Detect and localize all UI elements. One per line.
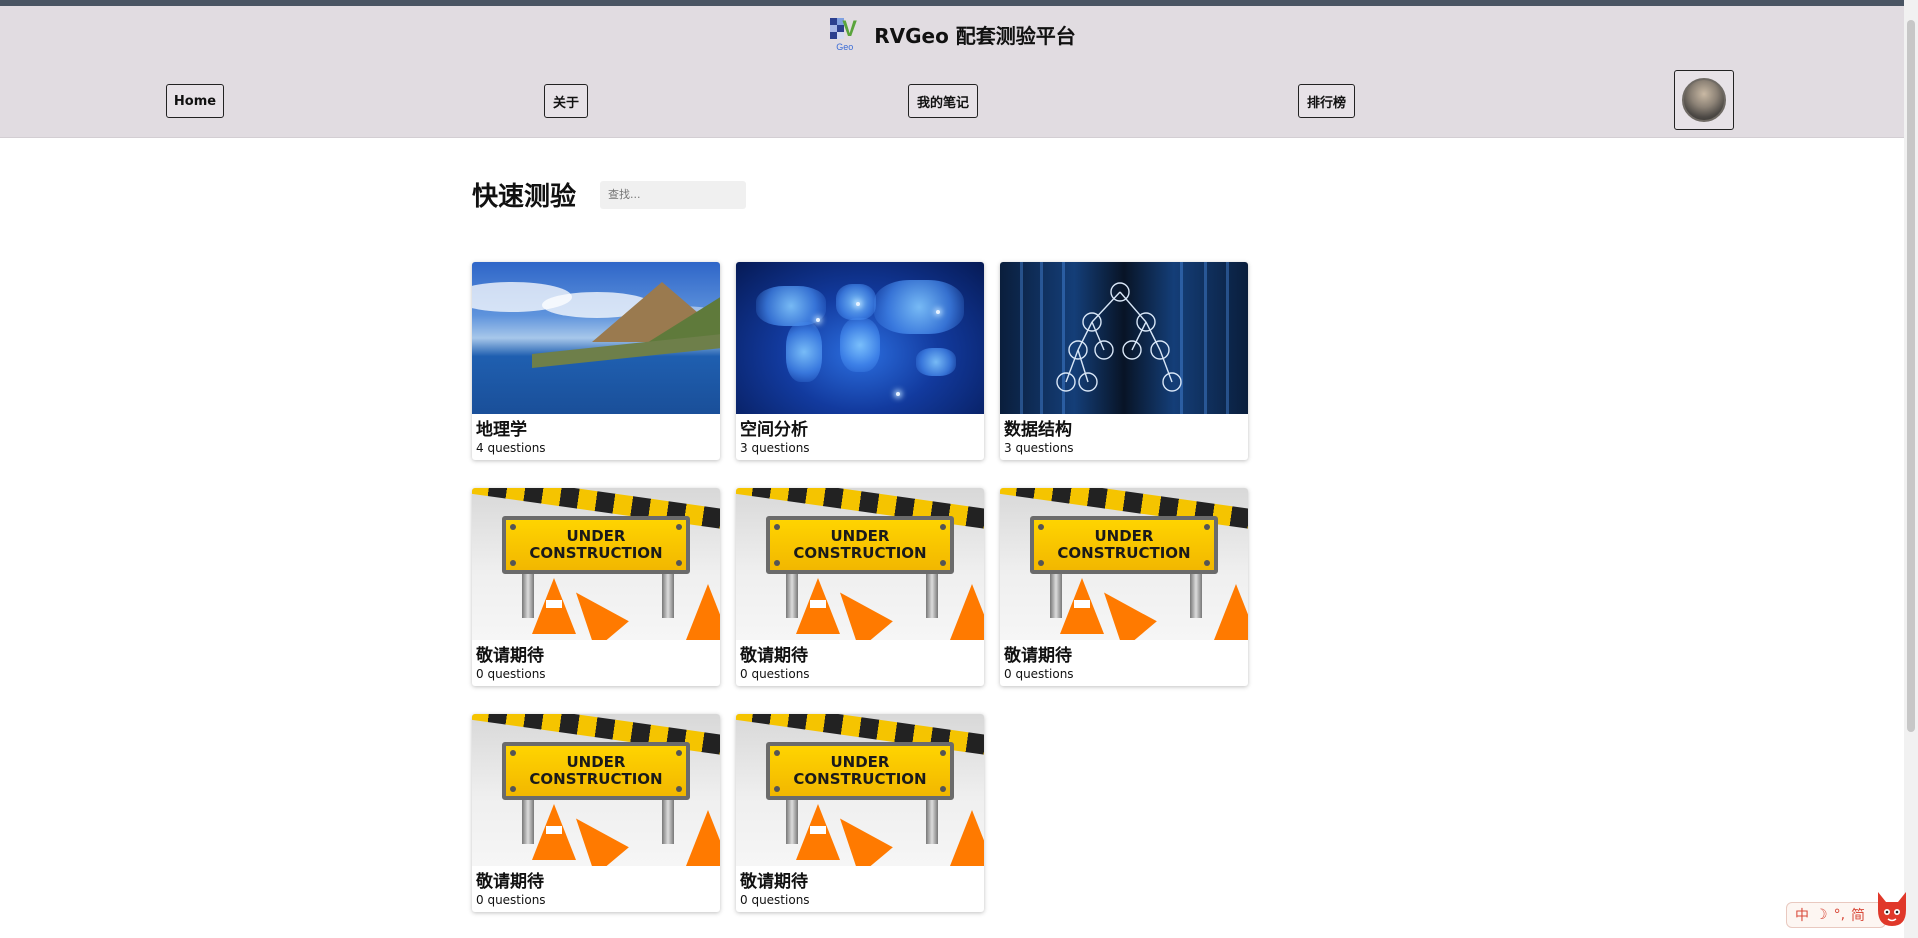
card-title: 空间分析 bbox=[740, 420, 808, 440]
ime-status-bar[interactable]: 中 ☽ °, 简 bbox=[1786, 902, 1886, 928]
title-row: 快速测验 bbox=[472, 176, 747, 213]
scrollbar-thumb[interactable] bbox=[1907, 20, 1915, 732]
quiz-card-data-structures[interactable]: 数据结构 3 questions bbox=[1000, 262, 1248, 460]
page-scrollbar[interactable] bbox=[1904, 0, 1918, 938]
under-construction-image: UNDER CONSTRUCTION bbox=[472, 488, 720, 640]
under-construction-sign: UNDER CONSTRUCTION bbox=[502, 742, 690, 800]
quiz-card-coming-soon[interactable]: UNDER CONSTRUCTION 敬请期待 0 questions bbox=[472, 714, 720, 912]
sign-line-1: UNDER bbox=[566, 527, 626, 545]
card-title: 敬请期待 bbox=[476, 646, 544, 666]
under-construction-sign: UNDER CONSTRUCTION bbox=[502, 516, 690, 574]
site-logo[interactable]: V Geo bbox=[828, 16, 864, 52]
fox-mascot-icon[interactable] bbox=[1872, 886, 1912, 930]
card-title: 敬请期待 bbox=[740, 646, 808, 666]
site-header: V Geo RVGeo 配套测验平台 bbox=[0, 6, 1904, 62]
card-title: 敬请期待 bbox=[740, 872, 808, 892]
card-question-count: 0 questions bbox=[1004, 667, 1074, 681]
card-title: 敬请期待 bbox=[476, 872, 544, 892]
under-construction-sign: UNDER CONSTRUCTION bbox=[766, 742, 954, 800]
sign-line-2: CONSTRUCTION bbox=[793, 770, 927, 788]
quiz-card-spatial-analysis[interactable]: 空间分析 3 questions bbox=[736, 262, 984, 460]
under-construction-sign: UNDER CONSTRUCTION bbox=[766, 516, 954, 574]
quiz-card-geography[interactable]: 地理学 4 questions bbox=[472, 262, 720, 460]
quiz-card-coming-soon[interactable]: UNDER CONSTRUCTION 敬请期待 0 questions bbox=[1000, 488, 1248, 686]
card-question-count: 0 questions bbox=[740, 893, 810, 907]
card-question-count: 0 questions bbox=[476, 667, 546, 681]
card-title: 地理学 bbox=[476, 420, 527, 440]
moon-icon: ☽ bbox=[1815, 907, 1828, 923]
quiz-card-coming-soon[interactable]: UNDER CONSTRUCTION 敬请期待 0 questions bbox=[736, 714, 984, 912]
sign-line-2: CONSTRUCTION bbox=[1057, 544, 1191, 562]
sign-line-2: CONSTRUCTION bbox=[529, 544, 663, 562]
tree-structure-image bbox=[1000, 262, 1248, 414]
tree-diagram-icon bbox=[1056, 282, 1182, 392]
nav-home-button[interactable]: Home bbox=[166, 84, 224, 118]
user-avatar-button[interactable] bbox=[1674, 70, 1734, 130]
card-title: 敬请期待 bbox=[1004, 646, 1072, 666]
under-construction-image: UNDER CONSTRUCTION bbox=[1000, 488, 1248, 640]
nav-leaderboard-button[interactable]: 排行榜 bbox=[1298, 84, 1355, 118]
avatar bbox=[1682, 78, 1726, 122]
sign-line-2: CONSTRUCTION bbox=[793, 544, 927, 562]
nav-my-notes-button[interactable]: 我的笔记 bbox=[908, 84, 978, 118]
punctuation-icon: °, bbox=[1833, 907, 1846, 923]
world-map-network-image bbox=[736, 262, 984, 414]
sign-line-1: UNDER bbox=[566, 753, 626, 771]
under-construction-image: UNDER CONSTRUCTION bbox=[736, 714, 984, 866]
card-question-count: 0 questions bbox=[740, 667, 810, 681]
quiz-card-coming-soon[interactable]: UNDER CONSTRUCTION 敬请期待 0 questions bbox=[472, 488, 720, 686]
main-navbar: Home 关于 我的笔记 排行榜 bbox=[0, 62, 1904, 138]
search-input[interactable] bbox=[600, 180, 747, 209]
under-construction-sign: UNDER CONSTRUCTION bbox=[1030, 516, 1218, 574]
sign-line-1: UNDER bbox=[830, 753, 890, 771]
mountain-lake-image bbox=[472, 262, 720, 414]
main-content: 快速测验 地理学 4 questions bbox=[472, 176, 1248, 912]
ime-extra-label: 简 bbox=[1851, 908, 1866, 924]
quiz-grid: 地理学 4 questions 空间分析 3 questions 数据结构 3 … bbox=[472, 262, 1248, 912]
sign-line-2: CONSTRUCTION bbox=[529, 770, 663, 788]
site-title: RVGeo 配套测验平台 bbox=[874, 23, 1076, 48]
sign-line-1: UNDER bbox=[1094, 527, 1154, 545]
card-question-count: 3 questions bbox=[1004, 441, 1074, 455]
card-question-count: 4 questions bbox=[476, 441, 546, 455]
under-construction-image: UNDER CONSTRUCTION bbox=[472, 714, 720, 866]
logo-caption: Geo bbox=[836, 42, 854, 52]
card-title: 数据结构 bbox=[1004, 420, 1072, 440]
nav-about-button[interactable]: 关于 bbox=[544, 84, 588, 118]
page-title: 快速测验 bbox=[472, 182, 577, 212]
ime-mode-label: 中 bbox=[1795, 908, 1809, 924]
quiz-card-coming-soon[interactable]: UNDER CONSTRUCTION 敬请期待 0 questions bbox=[736, 488, 984, 686]
under-construction-image: UNDER CONSTRUCTION bbox=[736, 488, 984, 640]
card-question-count: 3 questions bbox=[740, 441, 810, 455]
sign-line-1: UNDER bbox=[830, 527, 890, 545]
logo-letter: V bbox=[842, 16, 857, 41]
card-question-count: 0 questions bbox=[476, 893, 546, 907]
